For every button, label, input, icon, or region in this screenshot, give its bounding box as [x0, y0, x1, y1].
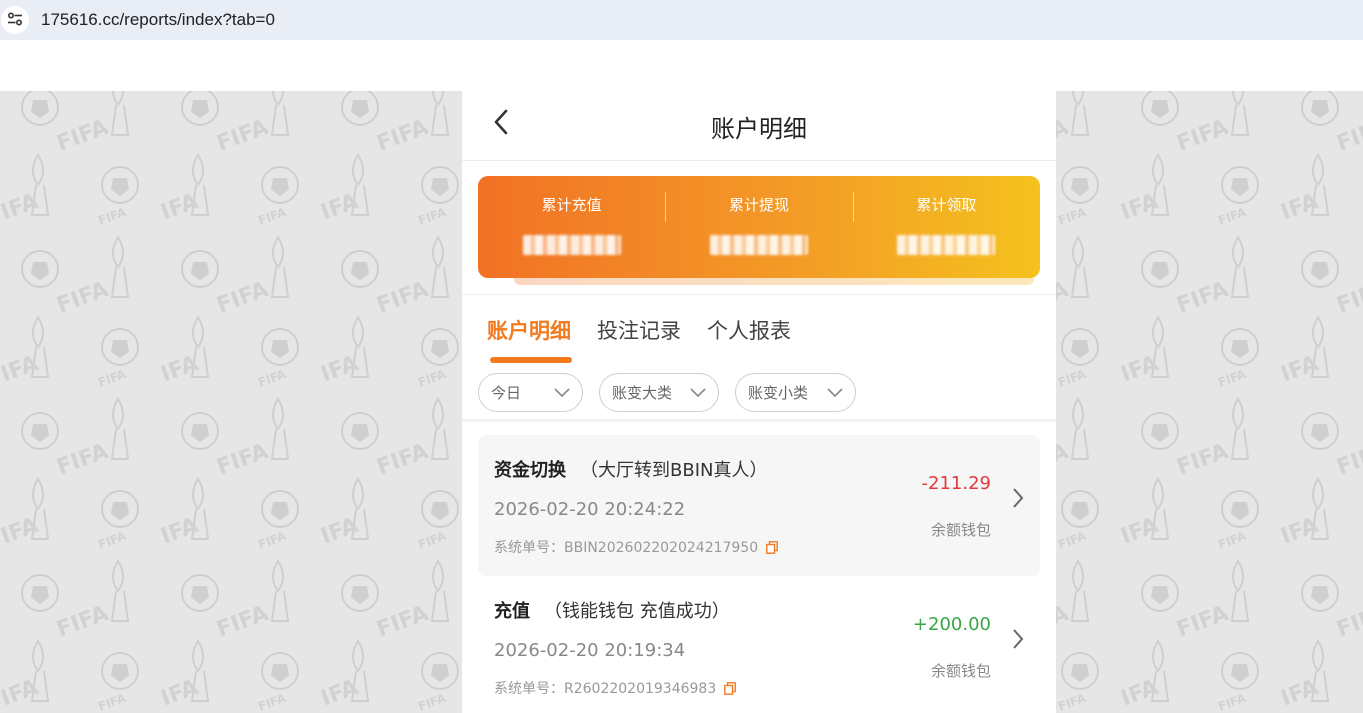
- browser-address-bar: 175616.cc/reports/index?tab=0: [0, 0, 1363, 40]
- filter-label: 今日: [491, 384, 522, 402]
- list-item[interactable]: 充值 （钱能钱包 充值成功） 2026-02-20 20:19:34 系统单号：R…: [478, 576, 1040, 713]
- record-desc: （钱能钱包 充值成功）: [544, 601, 730, 622]
- summary-card: 累计充值 累计提现 累计领取: [478, 176, 1040, 278]
- chevron-right-icon: [1012, 487, 1024, 513]
- tab-account-details[interactable]: 账户明细: [487, 315, 571, 345]
- page-header: 账户明细: [462, 91, 1056, 161]
- record-type: 充值: [494, 601, 530, 622]
- record-wallet: 余额钱包: [930, 662, 991, 680]
- tune-icon: [7, 11, 23, 30]
- date-filter[interactable]: 今日: [478, 373, 583, 412]
- record-title: 资金切换 （大厅转到BBIN真人）: [494, 456, 767, 482]
- record-time: 2026-02-20 20:24:22: [494, 499, 686, 520]
- order-number: BBIN202602202024217950: [564, 540, 759, 556]
- subcategory-filter[interactable]: 账变小类: [735, 373, 856, 412]
- record-order: 系统单号：R2602202019346983: [494, 678, 737, 698]
- copy-icon[interactable]: [724, 681, 737, 695]
- summary-total-deposit: 累计充值: [478, 176, 665, 278]
- chevron-down-icon: [827, 384, 843, 402]
- record-order: 系统单号：BBIN202602202024217950: [494, 537, 779, 557]
- chevron-down-icon: [554, 384, 570, 402]
- list-item[interactable]: 资金切换 （大厅转到BBIN真人） 2026-02-20 20:24:22 系统单…: [478, 435, 1040, 576]
- copy-icon[interactable]: [766, 540, 779, 554]
- category-filter[interactable]: 账变大类: [599, 373, 719, 412]
- summary-label: 累计领取: [916, 196, 977, 214]
- summary-card-shadow: [514, 277, 1034, 285]
- summary-value-redacted: [897, 235, 996, 255]
- filter-label: 账变大类: [612, 384, 673, 402]
- chevron-right-icon: [1012, 628, 1024, 654]
- record-desc: （大厅转到BBIN真人）: [580, 460, 768, 481]
- order-label: 系统单号：: [494, 540, 564, 556]
- summary-total-claimed: 累计领取: [852, 176, 1040, 278]
- browser-gap: [0, 40, 1363, 91]
- tab-bar: 账户明细 投注记录 个人报表: [487, 315, 791, 345]
- tab-personal-report[interactable]: 个人报表: [707, 315, 791, 345]
- active-tab-indicator: [490, 357, 572, 363]
- tab-bet-records[interactable]: 投注记录: [597, 315, 681, 345]
- summary-label: 累计充值: [541, 196, 602, 214]
- page-title: 账户明细: [711, 115, 807, 143]
- filter-shadow: [462, 419, 1056, 423]
- record-time: 2026-02-20 20:19:34: [494, 640, 686, 661]
- record-title: 充值 （钱能钱包 充值成功）: [494, 597, 730, 623]
- section-divider: [462, 294, 1056, 295]
- site-info-button[interactable]: [1, 6, 29, 34]
- record-wallet: 余额钱包: [930, 521, 991, 539]
- order-number: R2602202019346983: [564, 681, 717, 697]
- filter-label: 账变小类: [748, 384, 809, 402]
- record-type: 资金切换: [494, 460, 566, 481]
- filter-bar: 今日 账变大类 账变小类: [478, 373, 856, 412]
- account-details-panel: 账户明细 累计充值 累计提现 累计领取 账户明细 投注记录 个人报表 今日 账变…: [462, 91, 1056, 713]
- summary-total-withdraw: 累计提现: [665, 176, 852, 278]
- chevron-down-icon: [690, 384, 706, 402]
- record-amount: -211.29: [921, 473, 991, 494]
- order-label: 系统单号：: [494, 681, 564, 697]
- summary-label: 累计提现: [728, 196, 789, 214]
- summary-value-redacted: [522, 235, 621, 255]
- url-text[interactable]: 175616.cc/reports/index?tab=0: [41, 10, 275, 30]
- record-amount: +200.00: [912, 614, 991, 635]
- summary-value-redacted: [709, 235, 808, 255]
